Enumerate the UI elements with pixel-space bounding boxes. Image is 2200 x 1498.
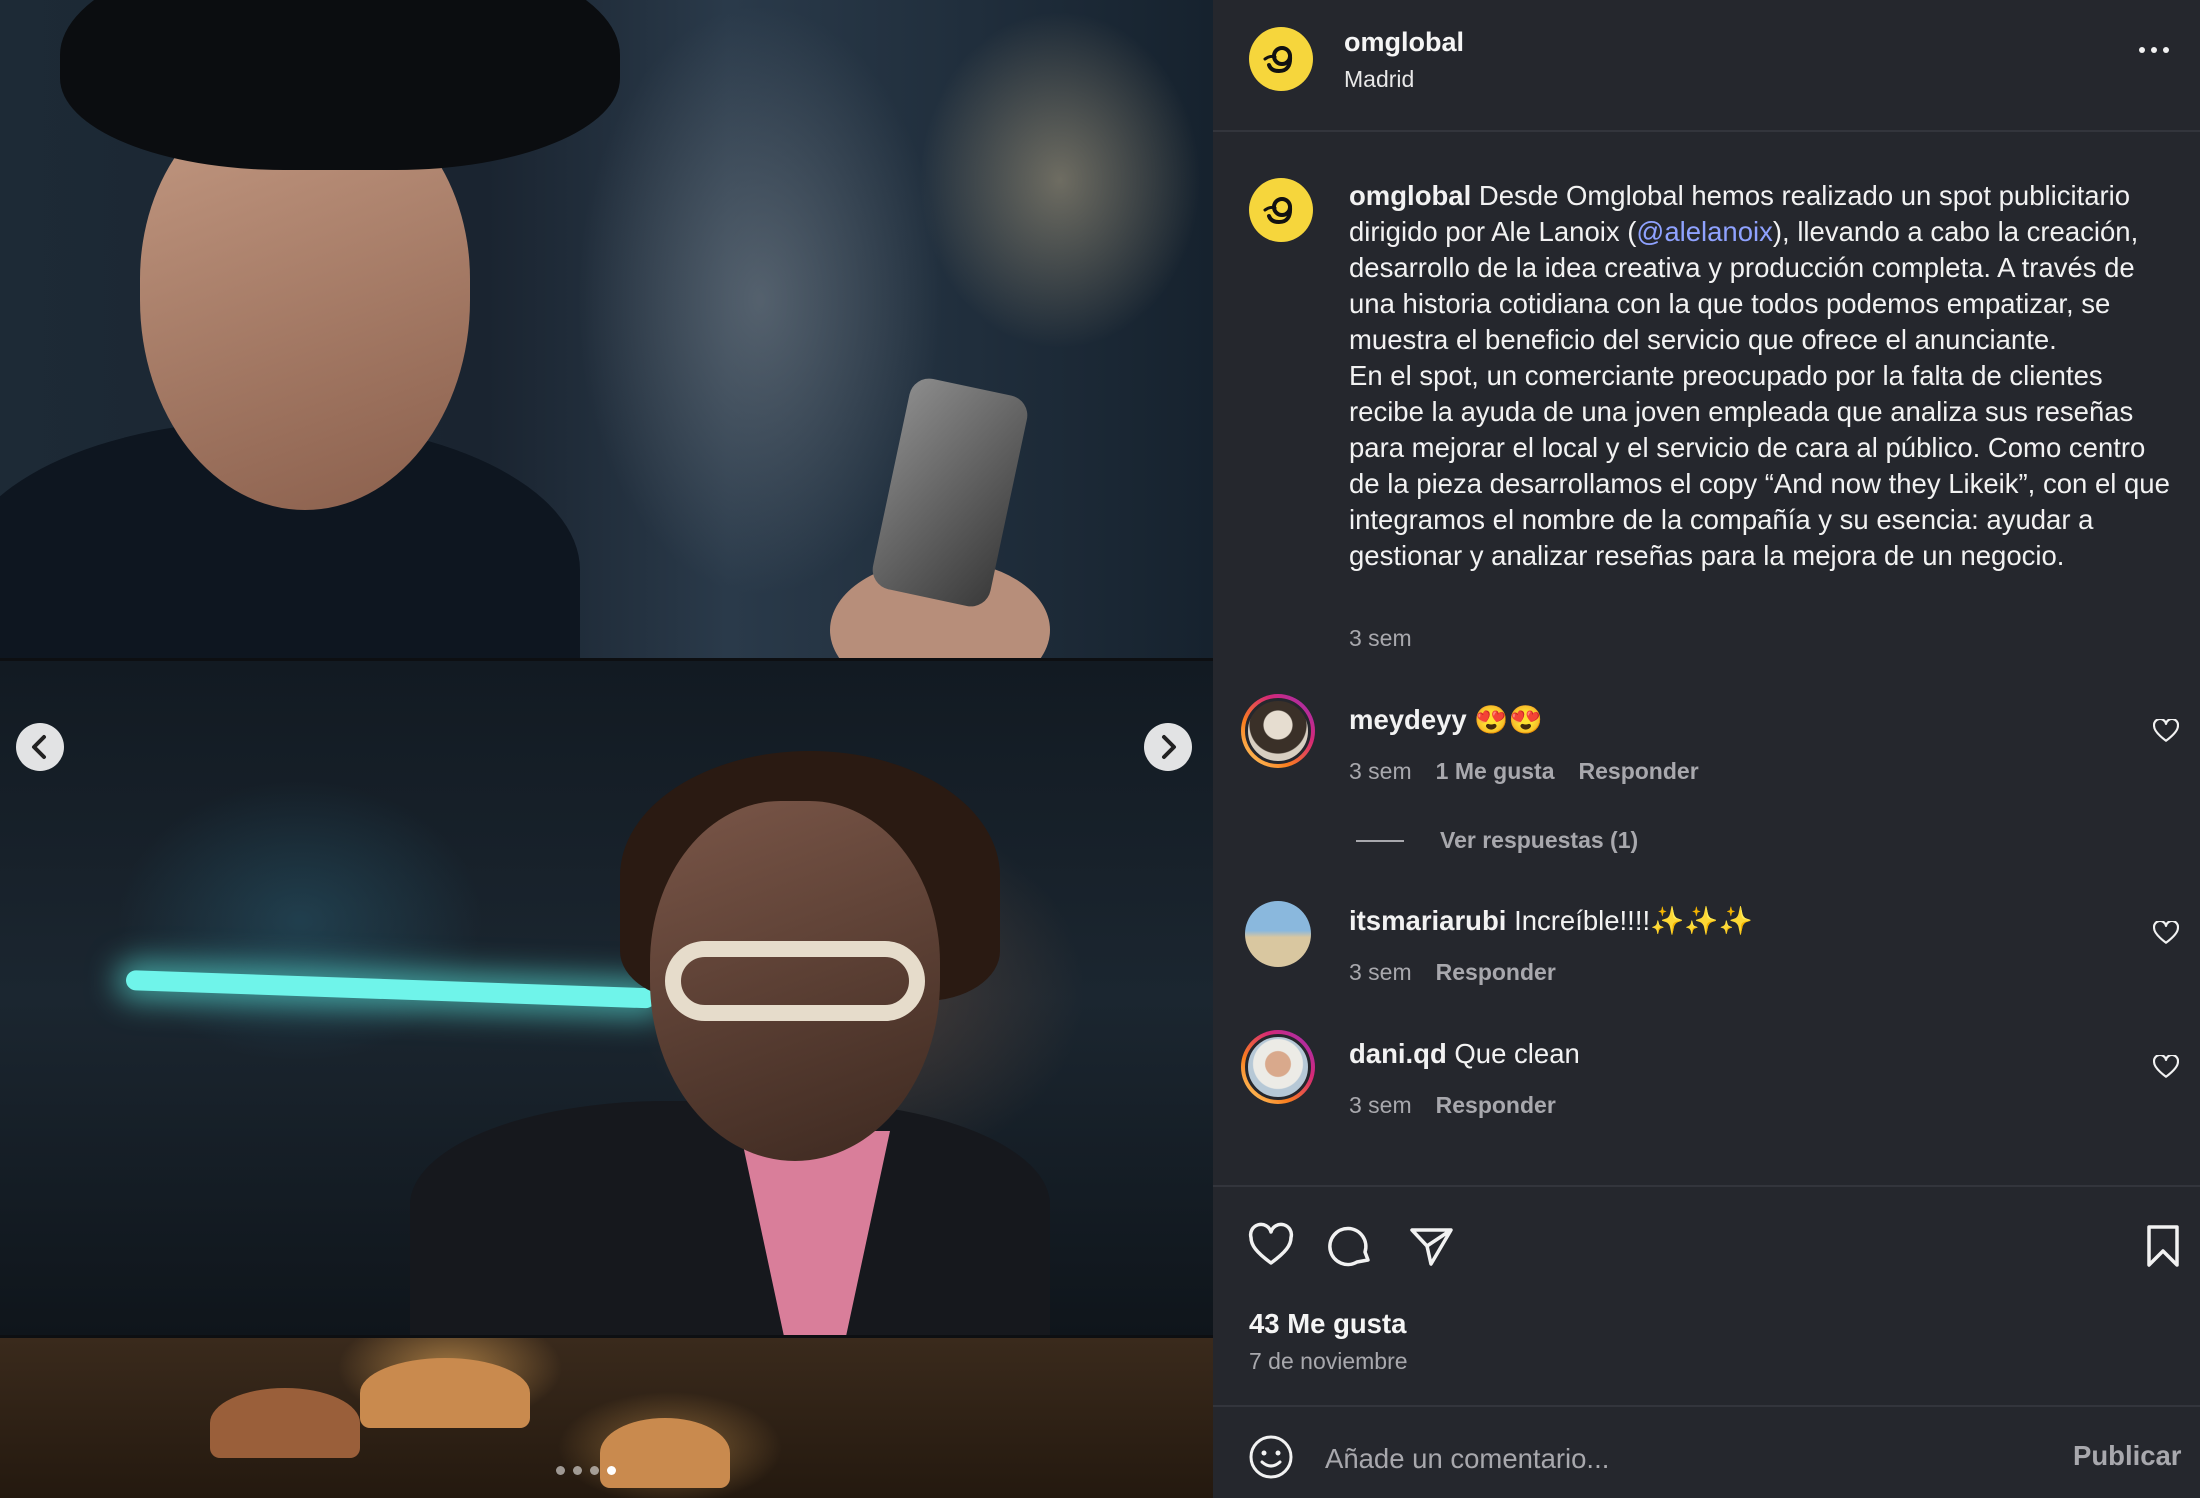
post-media-carousel[interactable] [0, 0, 1213, 1498]
comment-row: dani.qd Que clean [1349, 1038, 1580, 1070]
comment-text: Increíble!!!!✨✨✨ [1514, 905, 1753, 936]
caption-author-avatar[interactable] [1249, 178, 1313, 242]
carousel-prev-button[interactable] [16, 723, 64, 771]
composer-divider [1213, 1405, 2200, 1407]
more-horizontal-icon [2139, 47, 2145, 53]
comment-row: meydeyy 😍😍 [1349, 703, 1543, 736]
comment-input[interactable] [1323, 1436, 1987, 1482]
send-icon[interactable] [1407, 1222, 1455, 1270]
comment-meta: 3 sem 1 Me gusta Responder [1349, 758, 1699, 785]
commenter-avatar[interactable] [1241, 1030, 1315, 1104]
chevron-left-icon [32, 735, 46, 759]
heart-icon[interactable] [1247, 1222, 1295, 1270]
chevron-right-icon [1162, 735, 1176, 759]
comment-reply-button[interactable]: Responder [1436, 959, 1556, 986]
comment-time[interactable]: 3 sem [1349, 1092, 1412, 1119]
comment-username[interactable]: itsmariarubi [1349, 905, 1506, 936]
comment-row: itsmariarubi Increíble!!!!✨✨✨ [1349, 904, 1753, 937]
carousel-dot [573, 1466, 582, 1475]
comment-username[interactable]: dani.qd [1349, 1038, 1447, 1069]
comment-text: Que clean [1454, 1038, 1580, 1069]
caption-timestamp[interactable]: 3 sem [1349, 625, 1412, 652]
carousel-dots [556, 1466, 616, 1475]
carousel-next-button[interactable] [1144, 723, 1192, 771]
commenter-avatar[interactable] [1241, 694, 1315, 768]
caption-username[interactable]: omglobal [1349, 180, 1471, 211]
carousel-dot [590, 1466, 599, 1475]
comment-icon[interactable] [1327, 1222, 1375, 1270]
publish-button[interactable]: Publicar [2073, 1440, 2182, 1472]
post-caption: omglobal Desde Omglobal hemos realizado … [1349, 178, 2179, 574]
comment-meta: 3 sem Responder [1349, 959, 1556, 986]
emoji-icon[interactable] [1247, 1433, 1295, 1481]
actions-divider [1213, 1185, 2200, 1187]
comment-reply-button[interactable]: Responder [1436, 1092, 1556, 1119]
post-details-panel: omglobal Madrid omglobal Desde Omglobal … [1213, 0, 2200, 1498]
comment-meta: 3 sem Responder [1349, 1092, 1556, 1119]
author-avatar[interactable] [1249, 27, 1313, 91]
media-frame-man-with-phone [0, 0, 1213, 658]
heart-small-icon[interactable] [2153, 921, 2179, 945]
view-replies-button[interactable]: Ver respuestas (1) [1356, 827, 1638, 854]
comment-username[interactable]: meydeyy [1349, 704, 1467, 735]
bookmark-icon[interactable] [2139, 1222, 2187, 1270]
comment-text: 😍😍 [1474, 704, 1543, 735]
header-divider [1213, 130, 2200, 132]
omglobal-logo-icon [1263, 46, 1293, 74]
commenter-avatar[interactable] [1241, 897, 1315, 971]
heart-small-icon[interactable] [2153, 719, 2179, 743]
view-replies-label: Ver respuestas (1) [1440, 827, 1639, 853]
carousel-dot-active [607, 1466, 616, 1475]
comment-likes-count[interactable]: 1 Me gusta [1436, 758, 1555, 785]
comment-reply-button[interactable]: Responder [1579, 758, 1699, 785]
caption-mention-link[interactable]: @alelanoix [1636, 216, 1772, 247]
more-options-button[interactable] [2139, 40, 2179, 60]
post-location[interactable]: Madrid [1344, 66, 1414, 93]
likes-count[interactable]: 43 Me gusta [1249, 1308, 1406, 1340]
instagram-post-modal: omglobal Madrid omglobal Desde Omglobal … [0, 0, 2200, 1498]
media-frame-woman-with-glasses [0, 661, 1213, 1335]
post-date[interactable]: 7 de noviembre [1249, 1348, 1408, 1375]
heart-small-icon[interactable] [2153, 1055, 2179, 1079]
caption-text-paragraph2: En el spot, un comerciante preocupado po… [1349, 360, 2170, 571]
carousel-dot [556, 1466, 565, 1475]
omglobal-logo-icon [1263, 197, 1293, 225]
comment-time[interactable]: 3 sem [1349, 758, 1412, 785]
author-username[interactable]: omglobal [1344, 27, 1464, 58]
comment-time[interactable]: 3 sem [1349, 959, 1412, 986]
